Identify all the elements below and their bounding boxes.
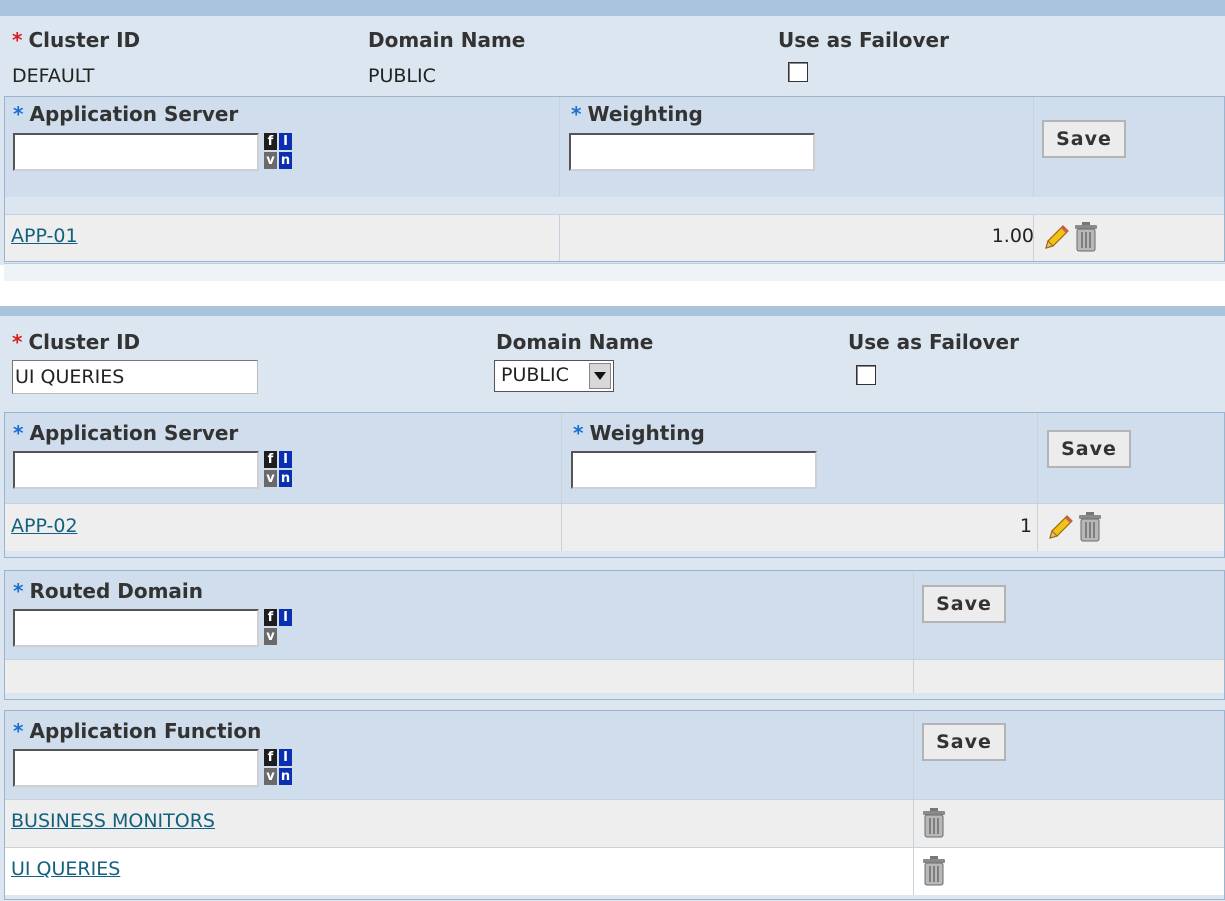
application-server-label: * Application Server [13,102,239,126]
delete-trash-icon[interactable] [921,855,947,887]
lookup-icon[interactable]: fIvn [264,133,292,169]
application-function-input[interactable] [13,749,259,787]
required-marker: * [13,719,24,743]
save-button[interactable]: Save [922,585,1006,623]
use-as-failover-checkbox[interactable] [788,62,808,82]
application-function-grid: * Application Function fIvn Save BUSINESS… [4,710,1225,900]
grid-header: * Routed Domain fIv Save [5,571,1224,659]
required-marker: * [13,102,24,126]
required-marker: * [571,102,582,126]
grid-header: * Application Function fIvn Save [5,711,1224,799]
weighting-input[interactable] [569,133,815,171]
table-row: APP-02 1 [5,503,1224,551]
table-row: UI QUERIES [5,847,1224,895]
application-server-input[interactable] [13,133,259,171]
save-button[interactable]: Save [1047,430,1131,468]
application-server-grid: * Application Server fIvn * Weighting Save… [4,412,1225,558]
application-server-link[interactable]: APP-02 [11,515,78,537]
domain-name-label: Domain Name [496,330,654,354]
save-button[interactable]: Save [1042,120,1126,158]
use-as-failover-checkbox[interactable] [856,365,876,385]
table-row [5,659,1224,693]
weighting-label: * Weighting [571,102,703,126]
cluster-id-value: DEFAULT [12,65,95,87]
application-server-grid: * Application Server fIvn * Weighting Save… [4,96,1225,262]
domain-name-value: PUBLIC [368,65,436,87]
use-as-failover-label: Use as Failover [848,330,1019,354]
use-as-failover-label: Use as Failover [778,28,949,52]
domain-name-select[interactable]: PUBLIC [494,360,614,392]
required-marker: * [12,28,23,52]
weighting-value: 1.00 [991,225,1034,247]
cluster-id-label: * Cluster ID [12,330,141,354]
application-server-link[interactable]: APP-01 [11,225,78,247]
required-marker: * [573,421,584,445]
grid-header: * Application Server fIvn * Weighting Save [5,97,1224,197]
weighting-value: 1 [1019,515,1032,537]
cluster-panel-default: * Cluster ID DEFAULT Domain Name PUBLIC U… [0,0,1225,281]
table-row: APP-01 1.00 [5,214,1224,261]
cluster-id-input[interactable]: UI QUERIES [12,360,258,394]
delete-trash-icon[interactable] [1077,511,1103,543]
weighting-input[interactable] [571,451,817,489]
delete-trash-icon[interactable] [921,807,947,839]
delete-trash-icon[interactable] [1073,221,1099,253]
cluster-panel-ui-queries: * Cluster ID UI QUERIES Domain Name PUBLI… [0,306,1225,901]
lookup-icon[interactable]: fIv [264,609,292,645]
application-function-link[interactable]: UI QUERIES [11,858,120,880]
routed-domain-grid: * Routed Domain fIv Save [4,570,1225,700]
lookup-icon[interactable]: fIvn [264,451,292,487]
weighting-label: * Weighting [573,421,705,445]
chevron-down-icon[interactable] [589,363,611,389]
application-server-input[interactable] [13,451,259,489]
cluster-id-label: * Cluster ID [12,28,141,52]
domain-name-selected: PUBLIC [501,364,569,386]
application-server-label: * Application Server [13,421,239,445]
domain-name-label: Domain Name [368,28,526,52]
lookup-icon[interactable]: fIvn [264,749,292,785]
routed-domain-label: * Routed Domain [13,579,204,603]
application-function-label: * Application Function [13,719,262,743]
required-marker: * [12,330,23,354]
grid-header: * Application Server fIvn * Weighting Save [5,413,1224,503]
required-marker: * [13,421,24,445]
edit-pencil-icon[interactable] [1045,513,1075,543]
routed-domain-input[interactable] [13,609,259,647]
save-button[interactable]: Save [922,723,1006,761]
required-marker: * [13,579,24,603]
edit-pencil-icon[interactable] [1041,223,1071,253]
application-function-link[interactable]: BUSINESS MONITORS [11,810,215,832]
table-row: BUSINESS MONITORS [5,799,1224,847]
